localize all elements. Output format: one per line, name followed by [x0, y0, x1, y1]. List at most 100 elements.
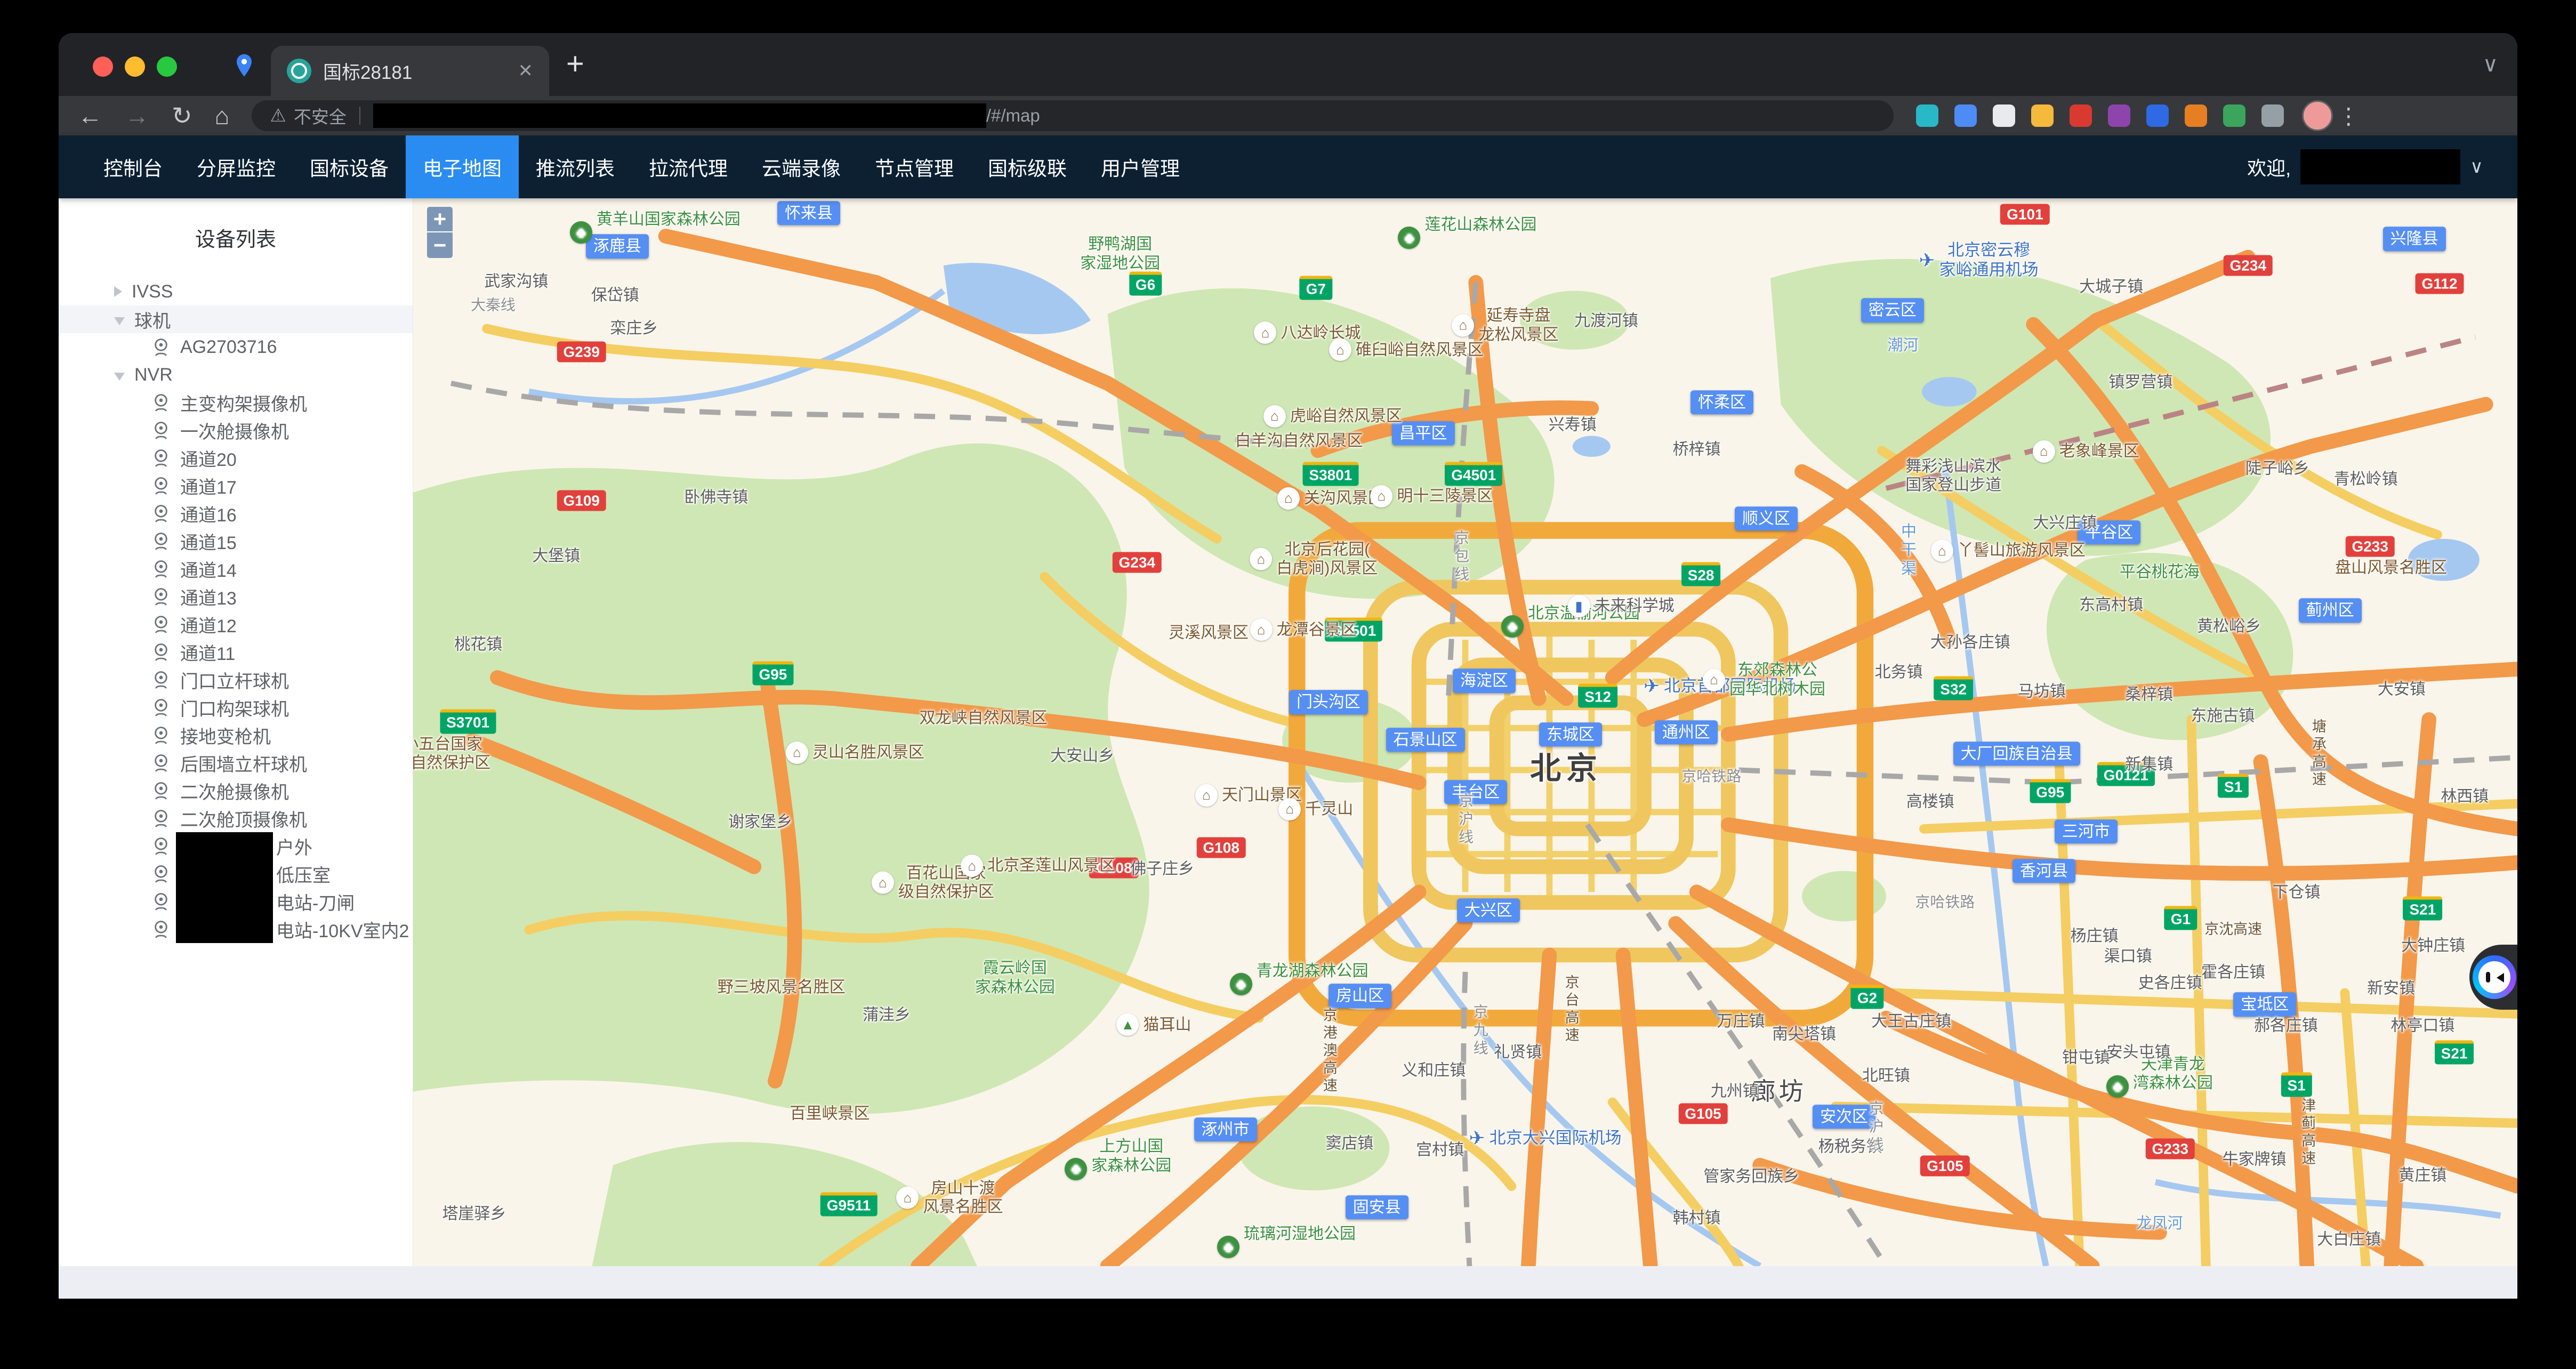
device-label: 通道15: [180, 528, 237, 554]
close-window-button[interactable]: [93, 57, 113, 77]
map-label: ♣琉璃河湿地公园: [1217, 1210, 1356, 1258]
nav-tab-电子地图[interactable]: 电子地图: [406, 135, 519, 198]
map-label: 野三坡风景名胜区: [718, 978, 846, 997]
nav-tab-推流列表[interactable]: 推流列表: [519, 135, 632, 198]
map-label: ♣上方山国 家森林公园: [1065, 1132, 1171, 1180]
extension-icon-1[interactable]: [1916, 104, 1938, 127]
nav-tab-节点管理[interactable]: 节点管理: [858, 135, 971, 198]
browser-tab[interactable]: 国标28181 ✕: [271, 46, 549, 96]
device-tree-item[interactable]: 通道11: [59, 638, 413, 666]
device-tree-item[interactable]: IVSS: [59, 278, 413, 305]
address-bar[interactable]: ⚠ 不安全 /#/map: [252, 100, 1894, 131]
extension-icon-5[interactable]: [2070, 104, 2092, 127]
tree-icon: ♣: [1217, 1236, 1239, 1258]
map-label: 兴隆县: [2383, 227, 2446, 251]
map-label: 京哈铁路: [1915, 893, 1975, 911]
temple-icon: ⌂: [1278, 798, 1301, 820]
browser-menu-icon[interactable]: ⋮: [2337, 103, 2360, 129]
device-tree-item[interactable]: 电站-刀闸: [59, 888, 413, 915]
map-label: 大安山乡: [1050, 746, 1114, 765]
pinned-extension-pin-icon[interactable]: [229, 50, 259, 83]
device-tree-item[interactable]: 球机: [59, 305, 413, 333]
nav-tab-用户管理[interactable]: 用户管理: [1084, 135, 1197, 198]
map-canvas[interactable]: 北京廊坊涿鹿县怀来县昌平区顺义区平谷区密云区怀柔区门头沟区海淀区石景山区东城区丰…: [413, 198, 2517, 1266]
device-tree-item[interactable]: AG2703716: [59, 333, 413, 361]
extension-icon-10[interactable]: [2261, 104, 2284, 127]
nav-tab-国标设备[interactable]: 国标设备: [293, 135, 406, 198]
nav-tab-云端录像[interactable]: 云端录像: [745, 135, 858, 198]
nav-tab-控制台[interactable]: 控制台: [86, 135, 180, 198]
map-label: 平谷桃花海: [2120, 562, 2200, 581]
device-tree-item[interactable]: 通道15: [59, 527, 413, 555]
map-label: G112: [2415, 273, 2464, 294]
device-tree-item[interactable]: 户外: [59, 832, 413, 860]
device-tree-item[interactable]: 通道14: [59, 555, 413, 583]
extension-icon-9[interactable]: [2223, 104, 2245, 127]
device-tree-item[interactable]: 接地变枪机: [59, 721, 413, 749]
device-tree-item[interactable]: 低压室: [59, 860, 413, 888]
extension-icon-3[interactable]: [1993, 104, 2015, 127]
device-tree-item[interactable]: NVR: [59, 361, 413, 389]
zoom-window-button[interactable]: [157, 57, 177, 77]
tree-expander-icon[interactable]: [114, 286, 122, 297]
extension-icon-4[interactable]: [2031, 104, 2054, 127]
device-tree-item[interactable]: 通道17: [59, 472, 413, 500]
tree-expander-icon[interactable]: [114, 373, 125, 381]
map-label: G234: [2224, 255, 2273, 276]
tree-expander-icon[interactable]: [114, 317, 125, 325]
device-tree-item[interactable]: 一次舱摄像机: [59, 416, 413, 444]
device-tree-item[interactable]: 二次舱顶摄像机: [59, 804, 413, 832]
tree-icon: ♣: [1501, 615, 1524, 638]
new-tab-button[interactable]: +: [566, 47, 584, 81]
redaction-box: [176, 860, 273, 888]
tab-search-chevron-icon[interactable]: ∨: [2483, 52, 2498, 77]
device-tree-item[interactable]: 通道16: [59, 500, 413, 527]
map-label: 东城区: [1539, 722, 1602, 746]
nav-tab-分屏监控[interactable]: 分屏监控: [180, 135, 293, 198]
map-label: 大堡镇: [532, 546, 580, 565]
device-tree-item[interactable]: 通道20: [59, 444, 413, 472]
device-tree-item[interactable]: 门口立杆球机: [59, 666, 413, 694]
zoom-out-button[interactable]: −: [427, 232, 453, 258]
map-label: 塔崖驿乡: [442, 1204, 506, 1223]
temple-icon: ⌂: [1370, 485, 1392, 508]
nav-tab-拉流代理[interactable]: 拉流代理: [632, 135, 745, 198]
zoom-in-button[interactable]: +: [427, 207, 453, 232]
map-label: 大王古庄镇: [1871, 1012, 1951, 1031]
device-tree-item[interactable]: 后围墙立杆球机: [59, 749, 413, 777]
tab-title: 国标28181: [323, 58, 511, 85]
map-label: 大兴庄镇: [2033, 513, 2097, 532]
back-button[interactable]: ←: [78, 101, 102, 130]
map-label: 北京: [1530, 750, 1603, 786]
extension-icon-7[interactable]: [2146, 104, 2169, 127]
map-label: 霍各庄镇: [2201, 963, 2265, 981]
device-tree-item[interactable]: 主变构架摄像机: [59, 389, 413, 416]
nav-tab-国标级联[interactable]: 国标级联: [971, 135, 1084, 198]
minimize-window-button[interactable]: [125, 57, 145, 77]
map-label: 桃花镇: [454, 635, 502, 654]
temple-icon: ⌂: [1254, 321, 1276, 344]
map-label: 顺义区: [1735, 506, 1798, 530]
map-label: G1: [2164, 906, 2197, 930]
redaction-box: [176, 888, 273, 915]
reload-button[interactable]: ↻: [172, 101, 192, 130]
map-label: 高楼镇: [1906, 792, 1954, 811]
device-tree-item[interactable]: 电站-10KV室内2: [59, 915, 413, 943]
profile-avatar[interactable]: [2302, 100, 2333, 131]
map-label: ♣青龙湖森林公园: [1230, 947, 1368, 995]
device-tree-item[interactable]: 通道12: [59, 610, 413, 638]
map-label: 野鸭湖国 家湿地公园: [1080, 235, 1160, 273]
forward-button[interactable]: →: [125, 101, 149, 130]
device-label: 通道17: [180, 473, 237, 499]
map-label: 佛子庄乡: [1130, 859, 1194, 878]
extension-icon-2[interactable]: [1954, 104, 1977, 127]
tab-close-icon[interactable]: ✕: [518, 60, 534, 82]
device-tree-item[interactable]: 门口构架球机: [59, 694, 413, 721]
extension-icon-6[interactable]: [2108, 104, 2130, 127]
map-label: 大城子镇: [2079, 278, 2143, 296]
home-button[interactable]: ⌂: [215, 101, 230, 130]
device-tree-item[interactable]: 二次舱摄像机: [59, 777, 413, 804]
user-menu[interactable]: 欢迎, ∨: [2247, 149, 2483, 184]
extension-icon-8[interactable]: [2185, 104, 2207, 127]
device-tree-item[interactable]: 通道13: [59, 583, 413, 610]
